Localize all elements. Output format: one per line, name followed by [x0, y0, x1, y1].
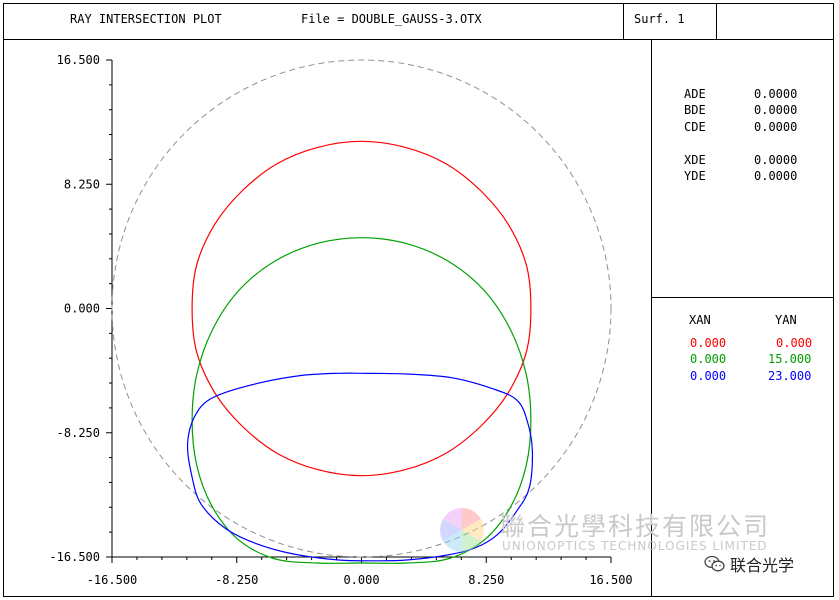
ade-label: ADE [684, 87, 706, 101]
y-tick-label: 0.000 [64, 302, 100, 316]
wechat-badge: 联合光学 [700, 552, 801, 576]
field-row-1-yan: 0.000 [776, 336, 813, 350]
x-tick-label: 0.000 [343, 573, 379, 587]
field-row-2-yan: 15.000 [768, 352, 812, 366]
rainbow-logo-icon [440, 508, 484, 552]
bde-value: 0.0000 [754, 103, 798, 117]
field-row-1-xan: 0.000 [690, 336, 727, 350]
company-logo [438, 506, 486, 554]
y-tick-label: 16.500 [57, 53, 100, 67]
yde-value: 0.0000 [754, 169, 798, 183]
x-tick-label: -16.500 [87, 573, 138, 587]
aperture-circle [111, 59, 612, 558]
yde-label: YDE [684, 169, 706, 183]
watermark-company-en: UNIONOPTICS TECHNOLOGIES LIMITED [502, 539, 768, 553]
x-tick-label: 16.500 [589, 573, 632, 587]
field-row-2-xan: 0.000 [690, 352, 727, 366]
wechat-icon [704, 555, 725, 572]
bde-label: BDE [684, 103, 706, 117]
xan-header: XAN [689, 313, 711, 327]
cde-value: 0.0000 [754, 120, 798, 134]
cde-label: CDE [684, 120, 706, 134]
x-tick-label: 8.250 [468, 573, 504, 587]
field-row-3-yan: 23.000 [768, 369, 812, 383]
xde-value: 0.0000 [754, 153, 798, 167]
ray-footprint-series-1 [191, 140, 532, 477]
y-tick-label: 8.250 [64, 177, 100, 191]
y-tick-label: -8.250 [57, 426, 100, 440]
y-tick-label: -16.500 [49, 550, 100, 564]
watermark-company-cn: 聯合光學科技有限公司 [500, 512, 771, 541]
ade-value: 0.0000 [754, 87, 798, 101]
field-row-3-xan: 0.000 [690, 369, 727, 383]
yan-header: YAN [775, 313, 797, 327]
wechat-account-name: 联合光学 [730, 556, 795, 575]
header-separator-2 [716, 3, 717, 40]
x-tick-label: -8.250 [215, 573, 258, 587]
side-panel-section-divider [651, 297, 834, 298]
xde-label: XDE [684, 153, 706, 167]
